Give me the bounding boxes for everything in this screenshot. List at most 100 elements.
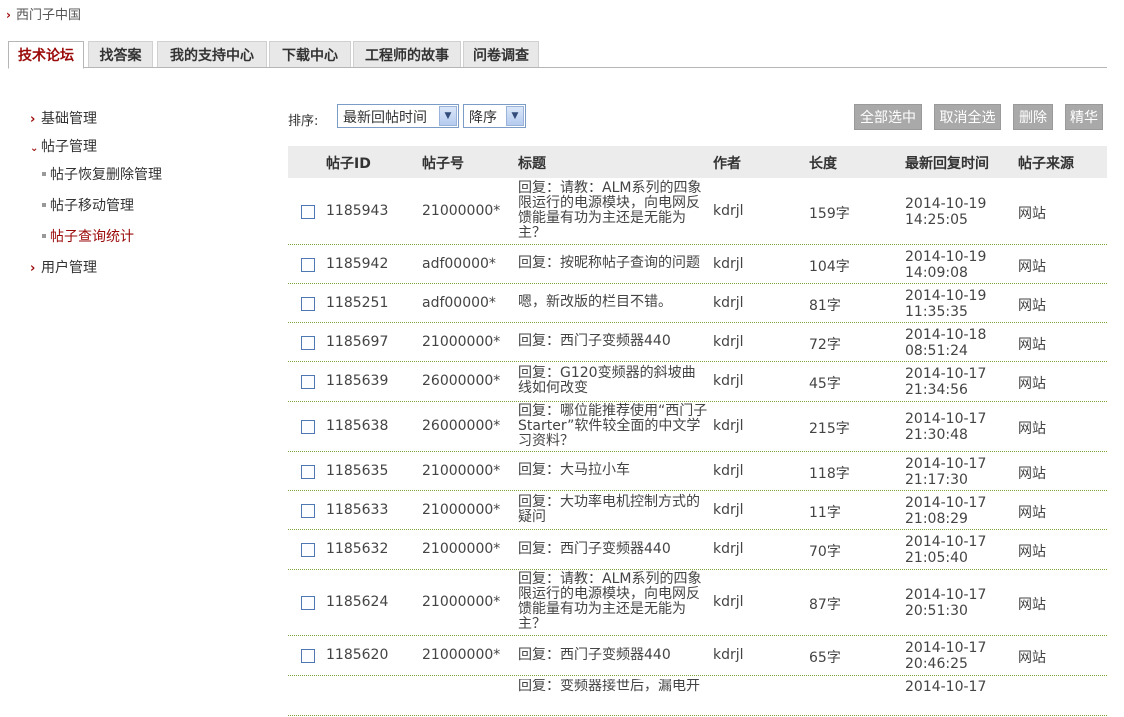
cell-title-link[interactable]: 回复：西门子变频器440	[518, 323, 708, 360]
cell-length: 81字	[809, 298, 841, 314]
table-row[interactable]: 1185632 21000000* kdrjl 70字 网站 回复：西门子变频器440 20…	[288, 530, 1107, 570]
cell-title-link[interactable]: 回复：大马拉小车	[518, 452, 708, 489]
cell-author: kdrjl	[713, 334, 744, 350]
breadcrumb: › 西门子中国	[6, 4, 81, 23]
cell-length: 45字	[809, 376, 841, 392]
cell-author: kdrjl	[713, 541, 744, 557]
cell-title-link[interactable]: 回复：西门子变频器440	[518, 636, 708, 674]
row-checkbox[interactable]	[301, 336, 315, 350]
cell-length: 104字	[809, 259, 850, 275]
cell-post-number: adf00000*	[422, 256, 496, 272]
cell-post-id: 1185697	[326, 334, 389, 350]
table-row[interactable]: 1185624 21000000* kdrjl 87字 网站 回复：请教：ALM系列的四象…	[288, 570, 1107, 636]
chevron-right-icon: ›	[30, 112, 36, 127]
cell-title-link[interactable]: 回复：按昵称帖子查询的问题	[518, 245, 708, 282]
cell-title-link[interactable]: 回复：请教：ALM系列的四象限运行的电源模块，向电网反馈能量有功为主还是无能为主…	[518, 179, 708, 243]
tab-support-center[interactable]: 我的支持中心	[157, 41, 267, 67]
tab-download-center[interactable]: 下载中心	[269, 41, 351, 67]
cell-title-link[interactable]: 嗯，新改版的栏目不错。	[518, 284, 708, 321]
cell-post-number: 21000000*	[422, 502, 501, 518]
cell-source: 网站	[1018, 376, 1046, 392]
row-checkbox[interactable]	[301, 649, 315, 663]
cell-author: kdrjl	[713, 256, 744, 272]
cell-length: 70字	[809, 544, 841, 560]
column-header-source: 帖子来源	[1018, 156, 1074, 172]
reply-date: 2014-10-18	[905, 327, 987, 343]
cell-latest-reply: 2014-10-17 20:51:30	[905, 587, 986, 619]
tab-tech-forum[interactable]: 技术论坛	[8, 41, 84, 69]
table-row[interactable]: 1185639 26000000* kdrjl 45字 网站 回复：G120变频器的斜坡曲…	[288, 362, 1107, 402]
cell-post-id: 1185632	[326, 541, 389, 557]
sidebar-item-label: 基础管理	[41, 111, 97, 127]
table-row[interactable]: 1185620 21000000* kdrjl 65字 网站 回复：西门子变频器440 20…	[288, 636, 1107, 676]
cell-title-link[interactable]: 回复：大功率电机控制方式的疑问	[518, 491, 708, 528]
cell-post-number: 21000000*	[422, 334, 501, 350]
reply-date: 2014-10-17	[905, 456, 987, 472]
cell-length: 72字	[809, 337, 841, 353]
row-checkbox[interactable]	[301, 375, 315, 389]
select-all-button[interactable]: 全部选中	[854, 104, 922, 130]
sidebar-subitem-label: 帖子查询统计	[50, 229, 134, 245]
tab-find-answer[interactable]: 找答案	[88, 41, 153, 67]
table-row[interactable]: 1185635 21000000* kdrjl 118字 网站 回复：大马拉小车 2014-…	[288, 452, 1107, 491]
row-checkbox[interactable]	[301, 420, 315, 434]
row-checkbox[interactable]	[301, 258, 315, 272]
sidebar-item-basic[interactable]: › 基础管理	[30, 108, 97, 128]
cell-title-link[interactable]: 回复：哪位能推荐使用“西门子Starter”软件较全面的中文学习资料？	[518, 402, 708, 450]
sidebar-item-label: 帖子管理	[41, 139, 97, 155]
column-header-number: 帖子号	[422, 156, 464, 172]
cell-title-link[interactable]: 回复：西门子变频器440	[518, 530, 708, 568]
cell-source: 网站	[1018, 298, 1046, 314]
deselect-all-button[interactable]: 取消全选	[934, 104, 1001, 130]
cell-source: 网站	[1018, 206, 1046, 222]
reply-time: 08:51:24	[905, 343, 968, 359]
reply-time: 21:17:30	[905, 472, 968, 488]
delete-button[interactable]: 删除	[1013, 104, 1053, 130]
sidebar-subitem-move[interactable]: 帖子移动管理	[42, 195, 134, 215]
row-checkbox[interactable]	[301, 596, 315, 610]
reply-time: 21:05:40	[905, 550, 968, 566]
cell-post-id: 1185943	[326, 203, 389, 219]
tab-survey[interactable]: 问卷调查	[463, 41, 539, 67]
sort-order-value: 降序	[469, 110, 497, 126]
sidebar-subitem-query-stats[interactable]: 帖子查询统计	[42, 226, 134, 246]
row-checkbox[interactable]	[301, 465, 315, 479]
cell-author: kdrjl	[713, 373, 744, 389]
row-checkbox[interactable]	[301, 504, 315, 518]
table-row[interactable]: 回复：变频器接世后，漏电开 2014-10-17	[288, 676, 1107, 716]
table-row[interactable]: 1185633 21000000* kdrjl 11字 网站 回复：大功率电机控制方式的疑…	[288, 491, 1107, 530]
reply-date: 2014-10-19	[905, 249, 987, 265]
cell-author: kdrjl	[713, 463, 744, 479]
row-checkbox[interactable]	[301, 543, 315, 557]
tab-engineer-story[interactable]: 工程师的故事	[353, 41, 461, 67]
sort-field-select[interactable]: 最新回帖时间 ▼	[337, 104, 459, 128]
breadcrumb-link[interactable]: 西门子中国	[16, 8, 81, 23]
table-row[interactable]: 1185942 adf00000* kdrjl 104字 网站 回复：按昵称帖子查询的问题…	[288, 245, 1107, 284]
cell-author: kdrjl	[713, 295, 744, 311]
table-row[interactable]: 1185638 26000000* kdrjl 215字 网站 回复：哪位能推荐使用“西门…	[288, 402, 1107, 452]
reply-time: 11:35:35	[905, 304, 968, 320]
reply-date: 2014-10-17	[905, 411, 987, 427]
table-row[interactable]: 1185943 21000000* kdrjl 159字 网站 回复：请教：ALM系列的四…	[288, 179, 1107, 245]
sidebar-subitem-restore[interactable]: 帖子恢复删除管理	[42, 164, 162, 184]
cell-post-id: 1185635	[326, 463, 389, 479]
table-header: 帖子ID 帖子号 标题 作者 长度 最新回复时间 帖子来源	[288, 146, 1107, 178]
cell-title-link[interactable]: 回复：请教：ALM系列的四象限运行的电源模块，向电网反馈能量有功为主还是无能为主…	[518, 570, 708, 634]
sidebar-item-users[interactable]: › 用户管理	[30, 257, 97, 277]
cell-author: kdrjl	[713, 502, 744, 518]
cell-title-link[interactable]: 回复：G120变频器的斜坡曲线如何改变	[518, 362, 708, 400]
cell-source: 网站	[1018, 597, 1046, 613]
table-row[interactable]: 1185697 21000000* kdrjl 72字 网站 回复：西门子变频器440 20…	[288, 323, 1107, 362]
row-checkbox[interactable]	[301, 297, 315, 311]
row-checkbox[interactable]	[301, 205, 315, 219]
bullet-icon	[42, 234, 46, 238]
reply-date: 2014-10-19	[905, 196, 987, 212]
highlight-button[interactable]: 精华	[1065, 104, 1103, 130]
sort-order-select[interactable]: 降序 ▼	[463, 104, 526, 128]
sidebar-item-posts[interactable]: ⌄ 帖子管理	[30, 136, 97, 156]
cell-post-number: 21000000*	[422, 594, 501, 610]
table-row[interactable]: 1185251 adf00000* kdrjl 81字 网站 嗯，新改版的栏目不错。 201…	[288, 284, 1107, 323]
cell-length: 215字	[809, 421, 850, 437]
cell-post-id: 1185624	[326, 594, 389, 610]
chevron-down-icon: ⌄	[30, 143, 39, 154]
